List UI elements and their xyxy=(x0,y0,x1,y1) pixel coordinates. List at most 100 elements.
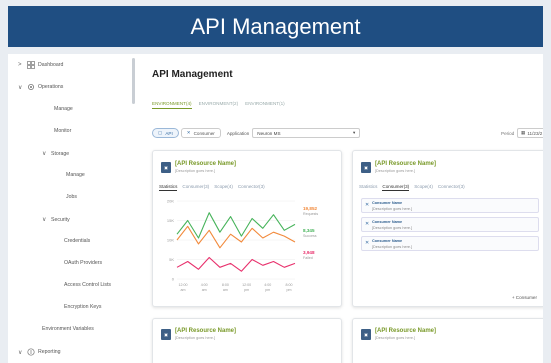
consumer-description: [Description goes here.] xyxy=(372,207,413,211)
sidebar-item-credentials[interactable]: Credentials xyxy=(64,238,90,244)
legend-failed-value: 3,948 xyxy=(303,250,315,255)
tab-scope[interactable]: Scope(4) xyxy=(414,184,433,191)
x-tick-label: 4:00 xyxy=(264,283,271,287)
api-filter-label: API xyxy=(165,130,173,136)
api-resource-icon: ▣ xyxy=(361,162,371,173)
tab-connector[interactable]: Connector(3) xyxy=(238,184,265,191)
sidebar-item-operations[interactable]: ∨ Operations xyxy=(18,83,63,91)
tab-scope[interactable]: Scope(4) xyxy=(214,184,233,191)
sidebar-item-label: Manage xyxy=(66,172,85,178)
chevron-right-icon: > xyxy=(18,62,22,68)
consumer-description: [Description goes here.] xyxy=(372,245,413,249)
api-resource-card[interactable]: ▣ [API Resource Name] [Description goes … xyxy=(152,150,342,307)
remove-consumer-icon[interactable]: ✕ xyxy=(365,202,369,208)
tab-environment-1[interactable]: ENVIRONMENT(1) xyxy=(245,101,285,109)
tab-environment-4[interactable]: ENVIRONMENT(4) xyxy=(152,101,192,109)
card-description: [Description goes here.] xyxy=(175,169,216,173)
sidebar: > Dashboard ∨ Operations Manage Monitor … xyxy=(8,54,136,363)
tab-statistics[interactable]: Statistics xyxy=(359,184,377,191)
x-tick-label: pm xyxy=(265,288,270,292)
remove-consumer-icon[interactable]: ✕ xyxy=(365,221,369,227)
application-label: Application xyxy=(226,130,250,136)
sidebar-item-label: Manage xyxy=(54,106,73,112)
period-label: Period xyxy=(501,130,515,136)
series-line-success xyxy=(176,212,296,239)
sidebar-item-environment-variables[interactable]: Environment Variables xyxy=(42,326,94,332)
sidebar-item-dashboard[interactable]: > Dashboard xyxy=(18,61,63,69)
chevron-down-icon: ∨ xyxy=(42,151,47,157)
close-icon: ✕ xyxy=(186,130,191,135)
sidebar-item-label: Dashboard xyxy=(38,62,64,68)
application-select[interactable]: Neuron MS ▾ xyxy=(252,128,361,138)
tab-consumer[interactable]: Consumer(3) xyxy=(382,184,410,191)
card-description: [Description goes here.] xyxy=(175,336,216,340)
sidebar-item-label: Jobs xyxy=(66,194,77,200)
legend-success-value: 8,345 xyxy=(303,228,315,233)
sidebar-item-monitor[interactable]: Monitor xyxy=(54,128,71,134)
y-tick-label: 10K xyxy=(167,238,174,243)
y-tick-label: 5K xyxy=(169,257,174,262)
filter-bar: ▢ API ✕ Consumer Application Neuron MS ▾… xyxy=(152,127,543,139)
sidebar-item-manage[interactable]: Manage xyxy=(54,106,73,112)
chevron-down-icon: ∨ xyxy=(18,349,23,356)
sidebar-item-label: Operations xyxy=(38,84,64,90)
sidebar-item-label: Monitor xyxy=(54,128,72,134)
legend-failed-label: Failed xyxy=(303,256,313,260)
api-resource-card[interactable]: ▣ [API Resource Name] [Description goes … xyxy=(352,318,543,363)
environment-tabs: ENVIRONMENT(4) ENVIRONMENT(2) ENVIRONMEN… xyxy=(152,101,285,109)
tab-connector[interactable]: Connector(3) xyxy=(438,184,465,191)
api-resource-card[interactable]: ▣ [API Resource Name] [Description goes … xyxy=(352,150,543,307)
sidebar-item-reporting[interactable]: ∨ Reporting xyxy=(18,348,61,356)
consumer-list-item[interactable]: ✕ Consumer Name [Description goes here.] xyxy=(361,198,539,213)
consumer-list-item[interactable]: ✕ Consumer Name [Description goes here.] xyxy=(361,217,539,232)
app-window: > Dashboard ∨ Operations Manage Monitor … xyxy=(8,54,543,363)
sidebar-item-oauth-providers[interactable]: OAuth Providers xyxy=(64,260,102,266)
sidebar-item-security[interactable]: ∨ Security xyxy=(42,216,70,224)
sidebar-item-label: Access Control Lists xyxy=(64,282,111,288)
sidebar-item-label: Reporting xyxy=(38,349,61,355)
x-tick-label: 12:00 xyxy=(242,283,251,287)
sidebar-item-label: Credentials xyxy=(64,238,91,244)
series-line-requests xyxy=(176,225,296,249)
x-tick-label: am xyxy=(181,288,186,292)
api-resource-card[interactable]: ▣ [API Resource Name] [Description goes … xyxy=(152,318,342,363)
sidebar-item-label: Storage xyxy=(51,150,70,157)
card-title[interactable]: [API Resource Name] xyxy=(175,328,236,334)
legend-requests-value: 19,852 xyxy=(303,206,318,211)
consumer-description: [Description goes here.] xyxy=(372,226,413,230)
consumer-name: Consumer Name xyxy=(372,239,403,243)
sidebar-item-label: Security xyxy=(51,216,70,223)
sidebar-item-storage[interactable]: ∨ Storage xyxy=(42,150,70,158)
tab-statistics[interactable]: Statistics xyxy=(159,184,178,191)
period-date-input[interactable]: ▦ 11/23/2 xyxy=(517,128,543,138)
consumer-filter-button[interactable]: ✕ Consumer xyxy=(180,128,221,138)
tab-consumer[interactable]: Consumer(3) xyxy=(182,184,209,191)
period-value: 11/23/2 xyxy=(527,130,543,136)
api-filter-button[interactable]: ▢ API xyxy=(152,128,179,138)
y-tick-label: 0 xyxy=(172,277,175,282)
x-tick-label: am xyxy=(223,288,228,292)
page-title: API Management xyxy=(152,69,233,80)
sidebar-item-encryption-keys[interactable]: Encryption Keys xyxy=(64,304,101,310)
x-tick-label: 8:00 xyxy=(286,283,293,287)
sidebar-item-access-control-lists[interactable]: Access Control Lists xyxy=(64,282,111,288)
card-title[interactable]: [API Resource Name] xyxy=(375,328,436,334)
card-title[interactable]: [API Resource Name] xyxy=(175,161,236,167)
sidebar-item-jobs[interactable]: Jobs xyxy=(66,194,77,200)
sidebar-scrollbar[interactable] xyxy=(132,58,135,104)
x-tick-label: 12:00 xyxy=(179,283,188,287)
sidebar-item-storage-manage[interactable]: Manage xyxy=(66,172,85,178)
legend-success-label: Success xyxy=(303,234,317,238)
tab-environment-2[interactable]: ENVIRONMENT(2) xyxy=(199,101,239,109)
card-title[interactable]: [API Resource Name] xyxy=(375,161,436,167)
api-resource-icon: ▣ xyxy=(161,329,171,340)
statistics-line-chart: 20K15K10K5K012:00am4:00am8:00am12:00pm4:… xyxy=(167,199,296,292)
y-tick-label: 15K xyxy=(167,218,174,223)
card-tabs: Statistics Consumer(3) Scope(4) Connecto… xyxy=(359,184,465,191)
consumer-list-item[interactable]: ✕ Consumer Name [Description goes here.] xyxy=(361,236,539,251)
remove-consumer-icon[interactable]: ✕ xyxy=(365,240,369,246)
sidebar-item-label: Encryption Keys xyxy=(64,304,102,310)
add-consumer-button[interactable]: + Consumer xyxy=(512,295,537,300)
application-select-value: Neuron MS xyxy=(257,130,281,136)
consumer-filter-label: Consumer xyxy=(193,130,215,136)
